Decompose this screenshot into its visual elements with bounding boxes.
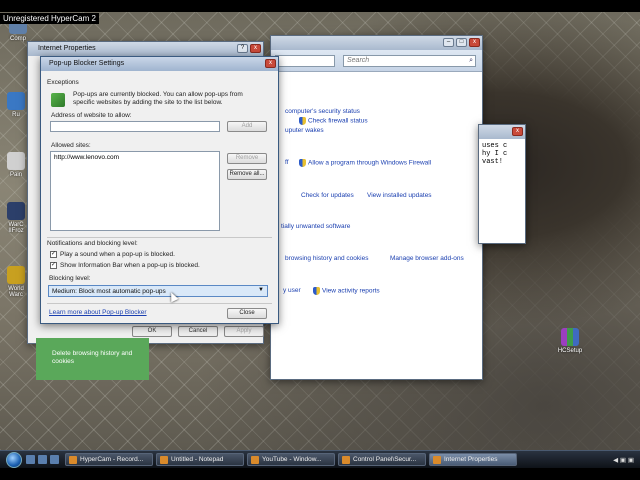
browsing-history-link[interactable]: browsing history and cookies bbox=[285, 255, 368, 262]
address-label: Address of website to allow: bbox=[51, 112, 132, 119]
search-icon[interactable]: ⌕ bbox=[469, 57, 473, 65]
check-updates-link[interactable]: Check for updates bbox=[301, 192, 354, 199]
checkbox-checkmark: ✓ bbox=[50, 251, 57, 258]
taskbar: HyperCam - Record... Untitled - Notepad … bbox=[0, 450, 640, 468]
search-input[interactable]: Search ⌕ bbox=[343, 55, 476, 67]
notepad-titlebar: x bbox=[479, 125, 525, 139]
shield-icon bbox=[299, 117, 306, 125]
ok-button[interactable]: OK bbox=[132, 326, 172, 337]
maximize-button[interactable]: □ bbox=[456, 38, 467, 47]
ie-icon[interactable] bbox=[50, 455, 59, 464]
allowed-sites-label: Allowed sites: bbox=[51, 142, 91, 149]
minimize-button[interactable]: – bbox=[443, 38, 454, 47]
world-of-warcraft-icon[interactable]: World Warc bbox=[2, 266, 30, 298]
play-sound-checkbox[interactable]: ✓ Play a sound when a pop-up is blocked. bbox=[50, 251, 175, 258]
security-status-link[interactable]: computer's security status bbox=[285, 108, 360, 115]
taskbar-item-hypercam[interactable]: HyperCam - Record... bbox=[65, 453, 153, 466]
user-link[interactable]: y user bbox=[283, 287, 301, 294]
desktop-icon-label: Ru bbox=[12, 112, 20, 118]
desktop-icon-label: WarC IIFroz bbox=[8, 222, 24, 234]
desktop-icon-label: Comp bbox=[9, 36, 26, 42]
info-bar-label: Show Information Bar when a pop-up is bl… bbox=[60, 262, 200, 270]
separator bbox=[47, 237, 272, 238]
unwanted-software-link[interactable]: tially unwanted software bbox=[281, 223, 350, 230]
show-desktop-icon[interactable] bbox=[26, 455, 35, 464]
notifications-label: Notifications and blocking level: bbox=[47, 240, 138, 247]
dialog-title: Pop-up Blocker Settings bbox=[49, 60, 125, 67]
allow-program-label: Allow a program through Windows Firewall bbox=[308, 159, 432, 167]
taskbar-item-youtube[interactable]: YouTube - Window... bbox=[247, 453, 335, 466]
blocking-level-value: Medium: Block most automatic pop-ups bbox=[52, 288, 166, 295]
blocking-level-label: Blocking level: bbox=[49, 275, 91, 282]
quick-launch bbox=[26, 455, 59, 464]
window-title: Internet Properties bbox=[38, 45, 96, 52]
hypercam-watermark: Unregistered HyperCam 2 bbox=[0, 13, 99, 24]
website-address-input[interactable] bbox=[50, 121, 220, 132]
play-sound-label: Play a sound when a pop-up is blocked. bbox=[60, 251, 175, 259]
popup-blocker-titlebar: Pop-up Blocker Settings x bbox=[41, 57, 278, 71]
shield-icon bbox=[299, 159, 306, 167]
allow-program-firewall-link[interactable]: Allow a program through Windows Firewall bbox=[299, 159, 431, 167]
remove-button[interactable]: Remove bbox=[227, 153, 267, 164]
search-placeholder: Search bbox=[347, 57, 370, 64]
switch-windows-icon[interactable] bbox=[38, 455, 47, 464]
control-panel-window: – □ x Search ⌕ computer's security statu… bbox=[270, 35, 483, 380]
popup-blocker-info-icon bbox=[51, 93, 65, 107]
learn-more-link[interactable]: Learn more about Pop-up Blocker bbox=[49, 309, 147, 316]
control-panel-titlebar: – □ x bbox=[271, 36, 482, 50]
shield-icon bbox=[313, 287, 320, 295]
chevron-down-icon: ▼ bbox=[258, 287, 264, 293]
system-tray[interactable]: ◀ ▣ ▣ bbox=[613, 456, 640, 464]
close-button[interactable]: x bbox=[265, 59, 276, 68]
checkbox-checkmark: ✓ bbox=[50, 262, 57, 269]
notepad-window: x uses c hy I c vast! bbox=[478, 124, 526, 244]
address-bar[interactable] bbox=[275, 55, 335, 67]
notepad-text[interactable]: uses c hy I c vast! bbox=[479, 139, 525, 169]
info-text: Pop-ups are currently blocked. You can a… bbox=[73, 91, 243, 106]
separator bbox=[47, 303, 272, 304]
start-button[interactable] bbox=[6, 451, 22, 468]
popup-blocker-dialog: Pop-up Blocker Settings x Exceptions Pop… bbox=[40, 56, 279, 324]
firewall-off-link[interactable]: ff bbox=[285, 159, 289, 166]
view-activity-reports-link[interactable]: View activity reports bbox=[313, 287, 380, 295]
computer-wakes-link[interactable]: uputer wakes bbox=[285, 127, 324, 134]
taskbar-item-internet-properties[interactable]: Internet Properties bbox=[429, 453, 517, 466]
winrar-archive-icon[interactable]: HCSetup bbox=[556, 328, 584, 354]
remove-all-button[interactable]: Remove all... bbox=[227, 169, 267, 180]
taskbar-item-notepad[interactable]: Untitled - Notepad bbox=[156, 453, 244, 466]
view-installed-updates-link[interactable]: View installed updates bbox=[367, 192, 432, 199]
help-button[interactable]: ? bbox=[237, 44, 248, 53]
recycle-icon[interactable]: Ru bbox=[2, 92, 30, 118]
activity-reports-label: View activity reports bbox=[322, 287, 380, 295]
manage-addons-link[interactable]: Manage browser add-ons bbox=[390, 255, 464, 262]
allowed-sites-list[interactable]: http://www.lenovo.com bbox=[50, 151, 220, 231]
close-button[interactable]: x bbox=[250, 44, 261, 53]
internet-properties-titlebar: Internet Properties ? x bbox=[28, 42, 263, 56]
desktop-icon-label: HCSetup bbox=[557, 348, 583, 354]
letterbox-top bbox=[0, 0, 640, 12]
cancel-button[interactable]: Cancel bbox=[178, 326, 218, 337]
desktop-icon-label: Pain bbox=[9, 172, 22, 178]
apply-button[interactable]: Apply bbox=[224, 326, 264, 337]
check-firewall-label: Check firewall status bbox=[308, 117, 368, 125]
close-button[interactable]: x bbox=[512, 127, 523, 136]
exceptions-label: Exceptions bbox=[47, 79, 79, 86]
control-panel-toolbar: Search ⌕ bbox=[271, 50, 482, 72]
paint-icon[interactable]: Pain bbox=[2, 152, 30, 178]
delete-history-panel[interactable]: Delete browsing history and cookies bbox=[36, 338, 149, 380]
close-dialog-button[interactable]: Close bbox=[227, 308, 267, 319]
allowed-site-item[interactable]: http://www.lenovo.com bbox=[54, 154, 216, 161]
add-button[interactable]: Add bbox=[227, 121, 267, 132]
blocking-level-select[interactable]: Medium: Block most automatic pop-ups ▼ bbox=[48, 285, 268, 297]
warcraft-frozen-icon[interactable]: WarC IIFroz bbox=[2, 202, 30, 234]
letterbox-bottom bbox=[0, 468, 640, 480]
check-firewall-link[interactable]: Check firewall status bbox=[299, 117, 368, 125]
taskbar-item-control-panel[interactable]: Control Panel\Secur... bbox=[338, 453, 426, 466]
info-bar-checkbox[interactable]: ✓ Show Information Bar when a pop-up is b… bbox=[50, 262, 200, 269]
close-button[interactable]: x bbox=[469, 38, 480, 47]
desktop-icon-label: World Warc bbox=[8, 286, 24, 298]
